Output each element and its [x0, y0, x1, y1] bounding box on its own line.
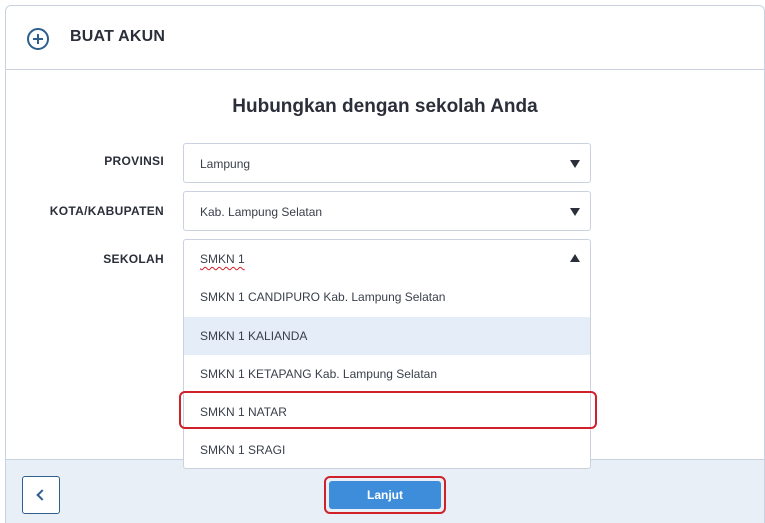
city-select[interactable]: Kab. Lampung Selatan	[183, 191, 591, 231]
province-label: PROVINSI	[104, 154, 164, 168]
caret-down-icon	[570, 208, 580, 216]
caret-down-icon	[570, 160, 580, 168]
option-label: SMKN 1 KALIANDA	[200, 329, 308, 343]
school-label: SEKOLAH	[103, 252, 164, 266]
dropdown-option[interactable]: SMKN 1 KETAPANG Kab. Lampung Selatan	[184, 355, 590, 393]
caret-up-icon[interactable]	[570, 254, 580, 262]
card-header: BUAT AKUN	[6, 6, 764, 70]
plus-circle-icon	[27, 28, 49, 50]
back-button[interactable]	[22, 476, 60, 514]
page-title: BUAT AKUN	[70, 28, 166, 45]
form-heading: Hubungkan dengan sekolah Anda	[232, 96, 538, 117]
dropdown-option-hovered[interactable]: SMKN 1 KALIANDA	[184, 317, 590, 355]
province-select[interactable]: Lampung	[183, 143, 591, 183]
school-search-value: SMKN 1	[200, 252, 245, 266]
option-annotation-box	[179, 391, 597, 429]
option-label: SMKN 1 KETAPANG Kab. Lampung Selatan	[200, 367, 438, 381]
option-label: SMKN 1 CANDIPURO Kab. Lampung Selatan	[200, 290, 446, 304]
next-button[interactable]: Lanjut	[329, 481, 441, 509]
dropdown-option[interactable]: SMKN 1 SRAGI	[184, 431, 590, 469]
school-dropdown[interactable]: SMKN 1 SMKN 1 CANDIPURO Kab. Lampung Sel…	[183, 239, 591, 469]
city-label: KOTA/KABUPATEN	[49, 204, 164, 218]
next-button-annotation: Lanjut	[324, 476, 446, 514]
city-value: Kab. Lampung Selatan	[200, 205, 323, 219]
dropdown-option[interactable]: SMKN 1 CANDIPURO Kab. Lampung Selatan	[184, 278, 590, 316]
school-search-input[interactable]: SMKN 1	[184, 240, 590, 278]
create-account-card: BUAT AKUN Hubungkan dengan sekolah Anda …	[5, 5, 765, 523]
chevron-left-icon	[36, 489, 48, 501]
province-value: Lampung	[200, 157, 251, 171]
option-label: SMKN 1 SRAGI	[200, 443, 286, 457]
